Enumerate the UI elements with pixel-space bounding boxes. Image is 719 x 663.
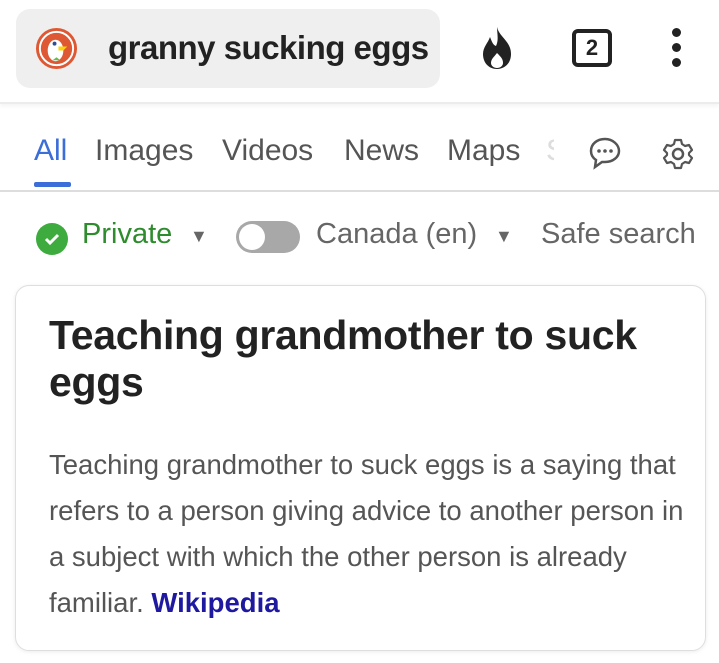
region-dropdown[interactable]: Canada (en) <box>316 218 477 251</box>
tab-all[interactable]: All <box>34 134 67 168</box>
fire-icon[interactable] <box>478 25 516 71</box>
tab-images[interactable]: Images <box>95 134 193 168</box>
region-toggle[interactable] <box>236 221 300 253</box>
tabs-count-button[interactable]: 2 <box>572 29 612 67</box>
instant-answer-card: Teaching grandmother to suck eggs Teachi… <box>15 285 706 651</box>
filter-bar: Private ▼ Canada (en) ▼ Safe search <box>0 216 719 256</box>
wikipedia-link[interactable]: Wikipedia <box>151 587 279 618</box>
answer-text: Teaching grandmother to suck eggs is a s… <box>49 442 689 626</box>
top-bar: granny sucking eggs 2 <box>0 0 719 104</box>
more-menu-icon[interactable] <box>668 28 684 68</box>
search-query[interactable]: granny sucking eggs <box>108 29 429 67</box>
search-tabs: All Images Videos News Maps S <box>0 134 719 192</box>
duckduckgo-logo-icon <box>35 27 78 70</box>
answer-body: Teaching grandmother to suck eggs is a s… <box>49 449 684 618</box>
search-bar[interactable]: granny sucking eggs <box>16 9 440 88</box>
answer-title: Teaching grandmother to suck eggs <box>49 312 637 405</box>
tab-more[interactable]: S <box>546 134 554 168</box>
private-dropdown[interactable]: Private <box>82 218 172 251</box>
tab-maps[interactable]: Maps <box>447 134 520 168</box>
region-chevron-down-icon[interactable]: ▼ <box>495 226 513 247</box>
private-check-icon <box>36 223 68 255</box>
safe-search-dropdown[interactable]: Safe search <box>541 218 696 251</box>
chat-icon[interactable] <box>588 136 622 170</box>
tab-news[interactable]: News <box>344 134 419 168</box>
active-tab-indicator <box>34 182 71 187</box>
private-chevron-down-icon[interactable]: ▼ <box>190 226 208 247</box>
tab-videos[interactable]: Videos <box>222 134 313 168</box>
settings-gear-icon[interactable] <box>661 137 695 171</box>
